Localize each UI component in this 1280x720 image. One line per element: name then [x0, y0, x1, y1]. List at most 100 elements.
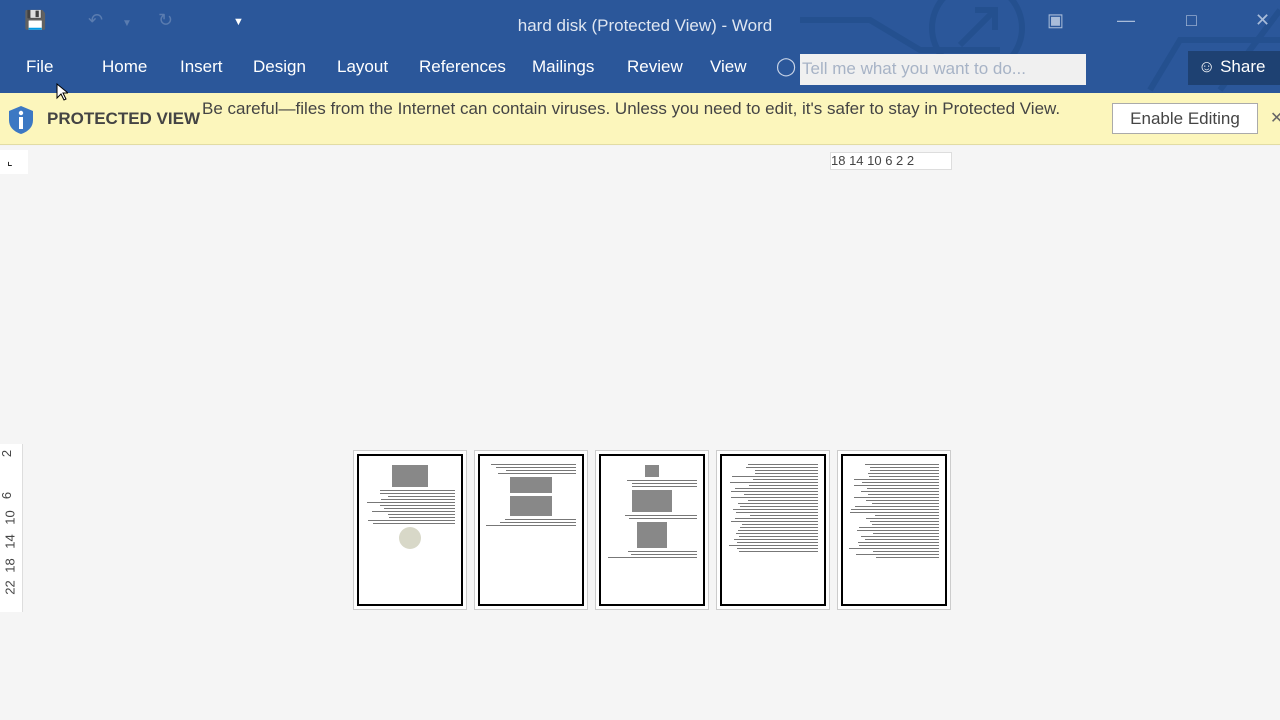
text-line [876, 557, 939, 558]
text-line [748, 500, 818, 501]
tab-review[interactable]: Review [627, 57, 683, 77]
tab-mailings[interactable]: Mailings [532, 57, 594, 77]
text-line [388, 496, 455, 497]
text-line [736, 512, 818, 513]
text-line [380, 505, 455, 506]
text-line [873, 551, 939, 552]
text-line [380, 490, 455, 491]
text-line [854, 479, 939, 480]
protected-view-message: Be careful—files from the Internet can c… [202, 97, 1082, 121]
text-line [872, 524, 939, 525]
text-line [873, 533, 939, 534]
tab-layout[interactable]: Layout [337, 57, 388, 77]
text-line [498, 473, 576, 474]
text-line [855, 506, 939, 507]
text-line [367, 502, 455, 503]
text-line [865, 464, 939, 465]
tab-design[interactable]: Design [253, 57, 306, 77]
tab-view[interactable]: View [710, 57, 747, 77]
text-line [491, 464, 577, 465]
enable-editing-button[interactable]: Enable Editing [1112, 103, 1258, 134]
page-thumbnail[interactable] [353, 450, 467, 610]
tab-references[interactable]: References [419, 57, 506, 77]
text-line [870, 470, 939, 471]
text-line [856, 554, 939, 555]
close-bar-icon[interactable]: ✕ [1270, 108, 1280, 128]
text-line [868, 473, 939, 474]
text-line [627, 480, 697, 481]
text-line [632, 486, 697, 487]
minimize-button[interactable]: — [1117, 10, 1135, 31]
text-line [632, 483, 697, 484]
page-image [392, 465, 428, 487]
text-line [850, 512, 939, 513]
text-line [735, 488, 818, 489]
text-line [739, 551, 818, 552]
person-add-icon: ☺ [1198, 57, 1215, 76]
text-line [733, 509, 818, 510]
text-line [866, 518, 939, 519]
tab-insert[interactable]: Insert [180, 57, 223, 77]
text-line [755, 473, 819, 474]
text-line [867, 488, 939, 489]
text-line [381, 499, 455, 500]
text-line [870, 521, 939, 522]
protected-view-label: PROTECTED VIEW [47, 109, 200, 129]
shield-info-icon [8, 105, 34, 135]
text-line [625, 515, 697, 516]
text-line [748, 464, 818, 465]
vertical-ruler[interactable]: 2 6 10 14 18 22 [0, 444, 23, 612]
text-line [753, 479, 818, 480]
ruler-tick: 18 [3, 558, 18, 572]
text-line [500, 522, 576, 523]
text-line [737, 542, 818, 543]
tab-home[interactable]: Home [102, 57, 147, 77]
lightbulb-icon: ◯ [776, 56, 796, 77]
text-line [372, 511, 455, 512]
text-line [736, 533, 818, 534]
text-line [730, 482, 818, 483]
text-line [738, 503, 818, 504]
text-line [866, 500, 939, 501]
page-thumbnail[interactable] [474, 450, 588, 610]
text-line [729, 545, 818, 546]
page-thumbnail[interactable] [595, 450, 709, 610]
page-image [510, 477, 552, 493]
text-line [749, 485, 818, 486]
document-area[interactable] [0, 146, 1280, 720]
background-decoration [0, 0, 1280, 93]
page-image [632, 490, 672, 512]
protected-view-bar: PROTECTED VIEW Be careful—files from the… [0, 93, 1280, 145]
ribbon-display-options-icon[interactable]: ▣ [1047, 10, 1064, 31]
text-line [389, 517, 455, 518]
text-line [870, 467, 939, 468]
page-image [399, 527, 421, 549]
tab-selector[interactable]: ⌞ [0, 150, 28, 174]
maximize-button[interactable]: □ [1186, 10, 1197, 31]
close-button[interactable]: ✕ [1255, 10, 1270, 31]
text-line [740, 506, 818, 507]
text-line [861, 536, 939, 537]
text-line [740, 527, 818, 528]
text-line [851, 509, 939, 510]
page-thumbnail[interactable] [716, 450, 830, 610]
text-line [854, 485, 939, 486]
page-thumbnail[interactable] [837, 450, 951, 610]
tell-me-input[interactable]: Tell me what you want to do... [800, 54, 1086, 85]
share-button[interactable]: ☺ Share [1188, 51, 1280, 85]
text-line [734, 539, 818, 540]
text-line [388, 514, 455, 515]
tab-file[interactable]: File [26, 57, 53, 77]
page-image [510, 496, 552, 516]
text-line [849, 548, 939, 549]
text-line [859, 527, 939, 528]
text-line [742, 524, 818, 525]
share-label: Share [1220, 57, 1265, 76]
title-bar: 💾 ↶ ▼ ↻ ▼ hard disk (Protected View) - W… [0, 0, 1280, 93]
text-line [854, 497, 939, 498]
text-line [628, 551, 697, 552]
text-line [496, 467, 576, 468]
text-line [486, 525, 576, 526]
horizontal-ruler[interactable]: 18 14 10 6 2 2 [830, 152, 952, 170]
text-line [857, 530, 939, 531]
